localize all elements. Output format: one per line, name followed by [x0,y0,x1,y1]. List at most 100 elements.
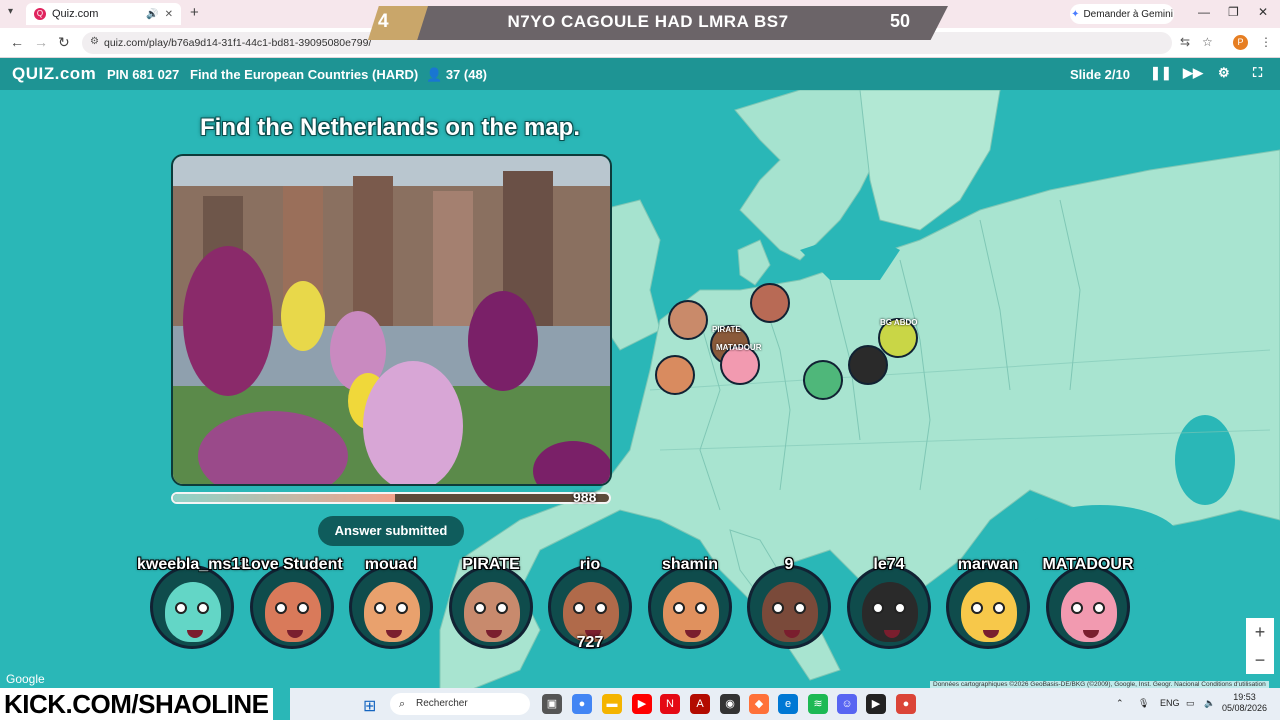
player-eye [772,602,784,614]
url-text: quiz.com/play/b76a9d14-31f1-44c1-bd81-39… [104,37,372,49]
skip-icon[interactable]: ▶▶ [1183,65,1203,81]
browser-menu-icon[interactable]: ⋮ [1260,35,1272,49]
discord-icon[interactable]: ☺ [837,694,857,714]
player-avatar[interactable] [150,565,234,649]
player-avatar[interactable] [747,565,831,649]
language-indicator[interactable]: ENG [1160,698,1180,708]
site-info-icon[interactable]: ⚙ [90,36,99,47]
netflix-icon[interactable]: N [660,694,680,714]
player-eye [197,602,209,614]
screen: ▾ Q Quiz.com 🔊 ✕ + ✦ Demander à Gemini —… [0,0,1280,720]
translate-icon[interactable]: ⇆ [1180,35,1190,49]
map-pin-avatar[interactable] [750,283,790,323]
banner-right-number: 50 [890,11,911,31]
slide-counter: Slide 2/10 [1070,67,1130,82]
network-icon[interactable]: ▭ [1186,698,1195,709]
player-mouth [983,630,999,638]
quiz-logo[interactable]: QUIZ.com [12,64,96,84]
spotify-icon[interactable]: ≋ [808,694,828,714]
app-icon[interactable]: ◉ [720,694,740,714]
adobe-icon[interactable]: A [690,694,710,714]
youtube-icon[interactable]: ▶ [632,694,652,714]
player-eye [1093,602,1105,614]
speaker-icon[interactable]: 🔊 [146,9,158,20]
new-tab-button[interactable]: + [190,4,199,21]
zoom-out-button[interactable]: − [1246,646,1274,674]
player-avatar[interactable] [1046,565,1130,649]
player-count: 👤 37 (48) [426,67,487,83]
tab-list-chevron-icon[interactable]: ▾ [8,6,13,17]
minimize-button[interactable]: — [1198,5,1210,19]
map-pin-avatar[interactable] [803,360,843,400]
player-avatar[interactable] [847,565,931,649]
google-logo: Google [6,672,45,686]
gemini-spark-icon: ✦ [1071,8,1080,20]
windows-start-icon[interactable]: ⊞ [363,696,376,716]
volume-icon[interactable]: 🔈 [1204,698,1215,709]
tulips-amsterdam-image [173,156,610,484]
player-avatar[interactable] [449,565,533,649]
answer-timer-bar [171,492,611,504]
bookmark-star-icon[interactable]: ☆ [1202,35,1213,49]
player-name: PIRATE [462,556,520,573]
player-face [563,582,619,642]
close-tab-icon[interactable]: ✕ [165,9,173,20]
player-face [1061,582,1117,642]
gemini-button[interactable]: ✦ Demander à Gemini [1070,4,1174,24]
player-eye [396,602,408,614]
player-eye [573,602,585,614]
chrome-active-icon[interactable]: ● [896,694,916,714]
player-eye [374,602,386,614]
tray-chevron-icon[interactable]: ⌃ [1116,698,1124,709]
question-text: Find the Netherlands on the map. [199,114,581,141]
pause-icon[interactable]: ❚❚ [1150,65,1172,81]
player-face [862,582,918,642]
timer-value: 988 [573,489,597,505]
taskbar-clock[interactable]: 19:53 05/08/2026 [1222,692,1267,714]
maximize-button[interactable]: ❐ [1228,5,1239,19]
browser-tab[interactable]: Q Quiz.com 🔊 ✕ [26,3,181,25]
player-avatar[interactable] [946,565,1030,649]
chrome-icon[interactable]: ● [572,694,592,714]
player-eye [474,602,486,614]
media-player-icon[interactable]: ▶ [866,694,886,714]
back-arrow-icon[interactable]: ← [10,34,24,50]
tab-title: Quiz.com [52,8,99,20]
reload-icon[interactable]: ↻ [58,34,70,51]
quiz-header: QUIZ.com PIN 681 027 Find the European C… [0,58,1280,90]
profile-avatar[interactable]: P [1233,35,1248,50]
zoom-in-button[interactable]: + [1246,618,1274,646]
player-mouth [386,630,402,638]
map-pin-avatar[interactable] [655,355,695,395]
microphone-icon[interactable]: 🎙 [1138,698,1149,709]
player-avatar[interactable] [250,565,334,649]
player-name: rio [579,556,601,573]
player-name: kweebla_ms13 [137,556,250,573]
file-explorer-icon[interactable]: ▬ [602,694,622,714]
task-view-icon[interactable]: ▣ [542,694,562,714]
player-avatar[interactable] [648,565,732,649]
clock-time: 19:53 [1233,692,1256,702]
edge-icon[interactable]: e [778,694,798,714]
player-face [165,582,221,642]
player-score: 727 [576,634,604,651]
forward-arrow-icon[interactable]: → [34,34,48,50]
settings-gear-icon[interactable]: ⚙ [1218,65,1230,81]
player-name: Love Student [241,556,343,573]
player-face [961,582,1017,642]
map-pin-label: MATADOUR [716,343,762,352]
banner-text: N7YO CAGOULE HAD LMRA BS7 [507,12,789,31]
fullscreen-icon[interactable]: ⛶ [1253,65,1262,81]
taskbar-search[interactable]: ⌕ Rechercher [390,693,530,715]
player-face [265,582,321,642]
quiz-title: Find the European Countries (HARD) [190,67,419,82]
brave-icon[interactable]: ◆ [749,694,769,714]
map-attribution[interactable]: Données cartographiques ©2026 GeoBasis-D… [930,681,1269,688]
player-eye [275,602,287,614]
player-avatar[interactable] [349,565,433,649]
map-pin-avatar[interactable] [668,300,708,340]
player-mouth [685,630,701,638]
player-name: 9 [784,556,794,573]
close-window-button[interactable]: ✕ [1258,5,1268,19]
player-eye [595,602,607,614]
